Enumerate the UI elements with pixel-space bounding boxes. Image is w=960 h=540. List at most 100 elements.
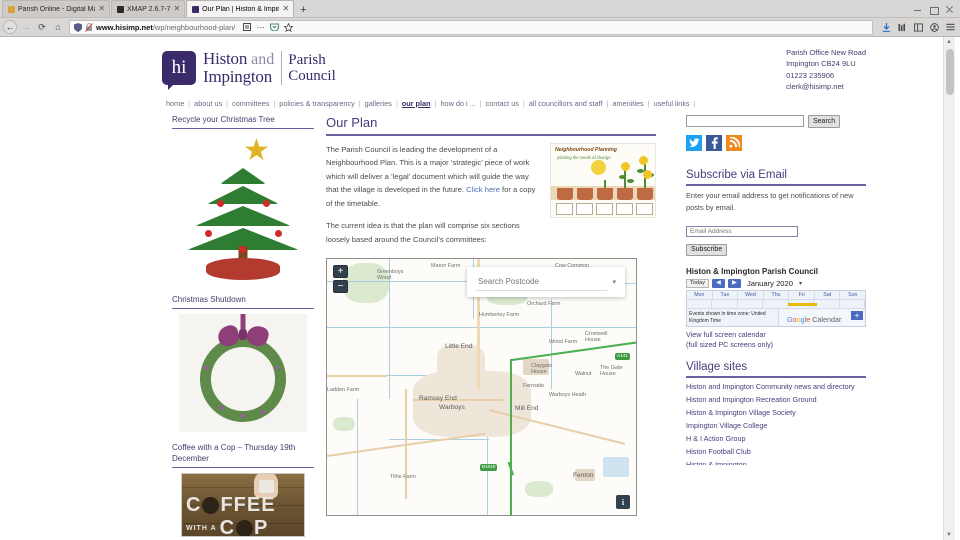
bookmark-star-icon[interactable] [284,22,294,32]
page-actions-icon[interactable]: ⋯ [256,23,265,32]
road-shield-b1040: B1040 [480,464,498,471]
tab-close-icon[interactable]: ✕ [173,5,180,13]
calendar-prev-button[interactable]: ◀ [711,278,725,288]
nav-item-how-do-i[interactable]: how do i ... [436,99,479,108]
village-site-link[interactable]: H & I Action Group [686,434,866,444]
postcode-search-input[interactable] [476,273,608,292]
sunflower-icon [639,155,648,165]
nav-item-galleries[interactable]: galleries [361,99,396,108]
twitter-icon[interactable] [686,134,702,151]
menu-icon[interactable] [946,23,955,32]
search-button[interactable]: Search [808,114,841,128]
map-info-button[interactable]: i [616,495,630,510]
map-zoom-out-button[interactable]: − [333,280,348,294]
map-zoom-in-button[interactable]: + [333,265,348,279]
site-logo[interactable]: hi Histon and Impington Parish Council [162,43,336,90]
minimize-button[interactable] [913,5,922,14]
nav-separator: | [693,98,696,108]
lock-broken-icon[interactable] [85,22,93,32]
calendar-fullscreen-link[interactable]: View full screen calendar (full sized PC… [686,330,866,350]
calendar-day-cell[interactable] [687,300,713,309]
downloads-icon[interactable] [882,22,891,32]
account-icon[interactable] [930,22,939,32]
nav-item-committees[interactable]: committees [228,99,273,108]
calendar-day-cell[interactable] [712,300,738,309]
map-canvas[interactable]: A141 B1040 Manor Farm Cow Common Greenbo… [327,259,636,516]
reload-button[interactable]: ⟳ [34,20,50,35]
illustration-title: Neighbourhood Planning [555,146,617,153]
close-window-button[interactable] [945,5,954,14]
google-calendar-logo: Google Calendar [787,314,842,324]
home-button[interactable]: ⌂ [50,20,66,35]
calendar-today-button[interactable]: Today [686,278,709,289]
calendar-day-cell[interactable] [738,300,764,309]
nav-item-policies-transparency[interactable]: policies & transparency [275,99,358,108]
calendar-fullscreen-line1[interactable]: View full screen calendar [686,330,866,340]
nav-item-home[interactable]: home [162,99,188,108]
facebook-icon[interactable] [706,134,722,151]
map-woodland [603,457,629,478]
nav-item-all-councillors-and-staff[interactable]: all councillors and staff [525,99,607,108]
village-site-link[interactable]: Histon Football Club [686,447,866,457]
pocket-icon[interactable] [270,23,280,32]
christmas-tree-recycle-image: ★ [183,134,303,284]
tab-close-icon[interactable]: ✕ [98,5,105,13]
browser-tab[interactable]: Parish Online - Digital Mappin ✕ [2,0,110,17]
village-site-link[interactable]: Histon and Impington Recreation Ground [686,395,866,405]
reader-mode-icon[interactable] [242,23,251,32]
shield-icon[interactable] [74,22,82,32]
tab-close-icon[interactable]: ✕ [282,5,289,13]
calendar-next-button[interactable]: ▶ [727,278,741,288]
calendar-month-label: January 2020 [746,278,793,288]
sidebar-icon[interactable] [914,22,923,32]
timetable-link[interactable]: Click here [466,185,500,194]
main-content: Our Plan The Parish Council is leading t… [326,115,656,540]
calendar-day-cell[interactable] [763,300,789,309]
email-field[interactable] [686,225,798,237]
brand-line1: Histon [203,49,248,68]
browser-tab-active[interactable]: Our Plan | Histon & Impington ✕ [186,0,295,17]
nav-item-about-us[interactable]: about us [190,99,226,108]
calendar-event-bar[interactable] [788,303,817,307]
calendar-day-cell[interactable] [840,300,865,309]
village-site-link[interactable]: Histon & Impington [686,460,866,465]
nav-item-contact-us[interactable]: contact us [482,99,523,108]
address-bar[interactable]: www.hisimp.net/wp/neighbourhood-plan/ ⋯ [69,19,873,35]
calendar-weekday-header: Mon Tue Wed Thu Fri Sat Sun [687,291,865,300]
tree-pot [206,257,280,280]
nav-item-useful-links[interactable]: useful links [650,99,694,108]
maximize-button[interactable] [929,5,939,15]
calendar-week-row[interactable] [687,299,865,309]
nav-item-our-plan[interactable]: our plan [398,99,435,108]
new-tab-button[interactable]: + [295,5,311,17]
scroll-down-arrow[interactable]: ▼ [946,532,952,538]
nav-item-amenities[interactable]: amenities [608,99,647,108]
calendar-grid[interactable]: Mon Tue Wed Thu Fri Sat Sun Events shown… [686,290,866,327]
library-icon[interactable] [898,23,907,32]
chevron-down-icon[interactable]: ▾ [796,280,802,287]
forward-button[interactable]: → [18,20,34,35]
postcode-search-box[interactable]: ▾ [467,267,625,298]
calendar-day-cell[interactable] [814,300,840,309]
page-scrollbar[interactable]: ▲ ▼ [943,37,955,540]
village-site-link[interactable]: Histon & Impington Village Society [686,408,866,418]
interactive-map[interactable]: A141 B1040 Manor Farm Cow Common Greenbo… [326,258,637,517]
plant-pot [617,187,633,200]
scroll-up-arrow[interactable]: ▲ [946,39,952,45]
page-title: Our Plan [326,115,656,136]
browser-tab[interactable]: XMAP 2.6.7-7 ✕ [111,0,186,17]
rss-icon[interactable] [726,134,742,151]
brand-and: and [251,51,275,68]
subscribe-button[interactable]: Subscribe [686,243,728,256]
village-site-link[interactable]: Histon and Impington Community news and … [686,382,866,392]
chevron-down-icon[interactable]: ▾ [607,278,616,286]
map-label: Warboys Heath [549,392,586,399]
back-button[interactable]: ← [3,20,17,34]
map-label: Ladden Farm [327,387,360,394]
calendar-add-button[interactable]: + [851,311,863,321]
scrollbar-thumb[interactable] [946,49,954,95]
contact-email[interactable]: clerk@hisimp.net [786,81,866,92]
search-input[interactable] [686,115,804,128]
village-site-link[interactable]: Impington Village College [686,421,866,431]
village-sites-heading: Village sites [686,361,866,379]
